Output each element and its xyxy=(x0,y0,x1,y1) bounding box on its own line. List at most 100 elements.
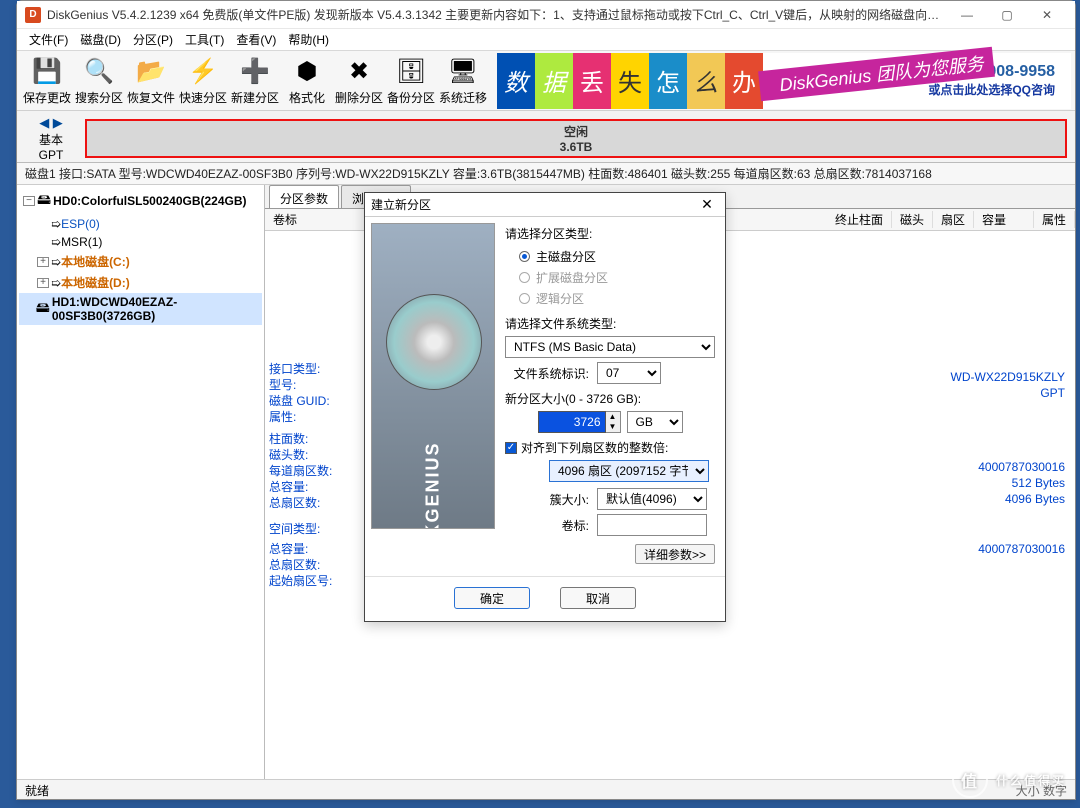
delete-icon: ✖ xyxy=(343,55,375,87)
size-input[interactable] xyxy=(538,411,606,433)
info-gpt: GPT xyxy=(1040,385,1065,401)
dialog-close-button[interactable]: ✕ xyxy=(695,196,719,213)
info-label: 每道扇区数: xyxy=(269,463,332,479)
newpart-icon: ➕ xyxy=(239,55,271,87)
minimize-button[interactable]: — xyxy=(947,1,987,29)
promo-tile: 失 xyxy=(611,53,649,109)
size-label: 新分区大小(0 - 3726 GB): xyxy=(505,390,715,407)
col-head: 磁头 xyxy=(892,211,933,228)
menubar: 文件(F) 磁盘(D) 分区(P) 工具(T) 查看(V) 帮助(H) xyxy=(17,29,1075,51)
spin-up-icon[interactable]: ▲ xyxy=(606,412,620,422)
tool-search[interactable]: 🔍搜索分区 xyxy=(73,53,125,109)
menu-tools[interactable]: 工具(T) xyxy=(179,29,230,50)
tree-esp[interactable]: ➯ ESP(0) xyxy=(19,215,262,233)
promo-tile: 据 xyxy=(535,53,573,109)
promo-tile: 么 xyxy=(687,53,725,109)
info-label: 总容量: xyxy=(269,479,308,495)
region-size: 3.6TB xyxy=(560,140,593,154)
promo-tile: 数 xyxy=(497,53,535,109)
search-icon: 🔍 xyxy=(83,55,115,87)
watermark-icon: 值 xyxy=(952,762,988,798)
disk-side-info: ◀ ▶ 基本 GPT xyxy=(21,115,81,162)
region-label: 空闲 xyxy=(564,123,588,140)
nav-arrows[interactable]: ◀ ▶ xyxy=(39,115,63,131)
tool-newpart[interactable]: ➕新建分区 xyxy=(229,53,281,109)
info-label: 总扇区数: xyxy=(269,557,320,573)
toolbar: 💾保存更改 🔍搜索分区 📂恢复文件 ⚡快速分区 ➕新建分区 ⬢格式化 ✖删除分区… xyxy=(17,51,1075,111)
brand-text: DISKGENIUS xyxy=(423,441,444,529)
promo-banner: 数 据 丢 失 怎 么 办 DiskGenius 团队为您服务 致电：400-0… xyxy=(497,53,1071,109)
radio-icon xyxy=(519,251,530,262)
maximize-button[interactable]: ▢ xyxy=(987,1,1027,29)
promo-right[interactable]: DiskGenius 团队为您服务 致电：400-008-9958 或点击此处选… xyxy=(763,53,1071,109)
disk-info-line: 磁盘1 接口:SATA 型号:WDCWD40EZAZ-00SF3B0 序列号:W… xyxy=(17,163,1075,185)
menu-part[interactable]: 分区(P) xyxy=(127,29,179,50)
align-select[interactable]: 4096 扇区 (2097152 字节) xyxy=(549,460,709,482)
fs-type-label: 请选择文件系统类型: xyxy=(505,315,715,332)
radio-primary[interactable]: 主磁盘分区 xyxy=(505,246,715,267)
tool-backup[interactable]: 🗄备份分区 xyxy=(385,53,437,109)
tree-c[interactable]: +➯ 本地磁盘(C:) xyxy=(19,251,262,272)
disk-tree[interactable]: −🖴HD0:ColorfulSL500240GB(224GB) ➯ ESP(0)… xyxy=(17,185,265,785)
info-label: 磁盘 GUID: xyxy=(269,393,330,409)
fs-select[interactable]: NTFS (MS Basic Data) xyxy=(505,336,715,358)
cancel-button[interactable]: 取消 xyxy=(560,587,636,609)
disk-free-region[interactable]: 空闲 3.6TB xyxy=(85,119,1067,158)
tree-d[interactable]: +➯ 本地磁盘(D:) xyxy=(19,272,262,293)
size-input-group: ▲▼ xyxy=(538,411,621,433)
status-text: 就绪 xyxy=(25,784,49,798)
recover-icon: 📂 xyxy=(135,55,167,87)
quickpart-icon: ⚡ xyxy=(187,55,219,87)
tool-save[interactable]: 💾保存更改 xyxy=(21,53,73,109)
migrate-icon: 🖥 xyxy=(447,55,479,87)
unit-select[interactable]: GB xyxy=(627,411,683,433)
col-end-cyl: 终止柱面 xyxy=(827,211,892,228)
format-icon: ⬢ xyxy=(291,55,323,87)
menu-help[interactable]: 帮助(H) xyxy=(282,29,335,50)
tool-recover[interactable]: 📂恢复文件 xyxy=(125,53,177,109)
disk-type-basic: 基本 xyxy=(39,131,63,148)
align-label: 对齐到下列扇区数的整数倍: xyxy=(521,439,668,456)
tree-hd0[interactable]: −🖴HD0:ColorfulSL500240GB(224GB) xyxy=(19,187,262,215)
app-icon: D xyxy=(25,7,41,23)
advanced-button[interactable]: 详细参数>> xyxy=(635,544,715,564)
col-capacity: 容量 xyxy=(974,211,1034,228)
spin-down-icon[interactable]: ▼ xyxy=(606,422,620,432)
promo-tile: 丢 xyxy=(573,53,611,109)
info-serial: WD-WX22D915KZLY xyxy=(951,369,1065,385)
menu-file[interactable]: 文件(F) xyxy=(23,29,74,50)
promo-tile: 办 xyxy=(725,53,763,109)
tool-format[interactable]: ⬢格式化 xyxy=(281,53,333,109)
cluster-select[interactable]: 默认值(4096) xyxy=(597,488,707,510)
watermark-text: 什么值得买 xyxy=(996,772,1066,789)
tool-quickpart[interactable]: ⚡快速分区 xyxy=(177,53,229,109)
tool-delete[interactable]: ✖删除分区 xyxy=(333,53,385,109)
menu-view[interactable]: 查看(V) xyxy=(230,29,282,50)
ok-button[interactable]: 确定 xyxy=(454,587,530,609)
info-label: 接口类型: xyxy=(269,361,320,377)
info-label: 总容量: xyxy=(269,541,308,557)
tab-partition-params[interactable]: 分区参数 xyxy=(269,185,339,208)
align-checkbox[interactable]: ✓ xyxy=(505,442,517,454)
dialog-titlebar: 建立新分区 ✕ xyxy=(365,193,725,217)
size-stepper[interactable]: ▲▼ xyxy=(606,411,621,433)
disk-graph-bar: ◀ ▶ 基本 GPT 空闲 3.6TB xyxy=(17,111,1075,163)
close-button[interactable]: ✕ xyxy=(1027,1,1067,29)
info-label: 型号: xyxy=(269,377,296,393)
cluster-label: 簇大小: xyxy=(505,491,597,508)
vol-input[interactable] xyxy=(597,514,707,536)
tree-hd1[interactable]: 🖴HD1:WDCWD40EZAZ-00SF3B0(3726GB) xyxy=(19,293,262,325)
col-label: 卷标 xyxy=(265,211,375,228)
menu-disk[interactable]: 磁盘(D) xyxy=(74,29,127,50)
info-total2: 4000787030016 xyxy=(978,541,1065,557)
info-label: 空间类型: xyxy=(269,521,320,537)
tool-migrate[interactable]: 🖥系统迁移 xyxy=(437,53,489,109)
info-label: 磁头数: xyxy=(269,447,308,463)
vol-label: 卷标: xyxy=(505,517,597,534)
info-label: 起始扇区号: xyxy=(269,573,332,589)
partition-type-label: 请选择分区类型: xyxy=(505,225,715,242)
window-title: DiskGenius V5.4.2.1239 x64 免费版(单文件PE版) 发… xyxy=(47,6,947,23)
tree-msr[interactable]: ➯ MSR(1) xyxy=(19,233,262,251)
fs-id-select[interactable]: 07 xyxy=(597,362,661,384)
col-attr: 属性 xyxy=(1034,211,1075,228)
